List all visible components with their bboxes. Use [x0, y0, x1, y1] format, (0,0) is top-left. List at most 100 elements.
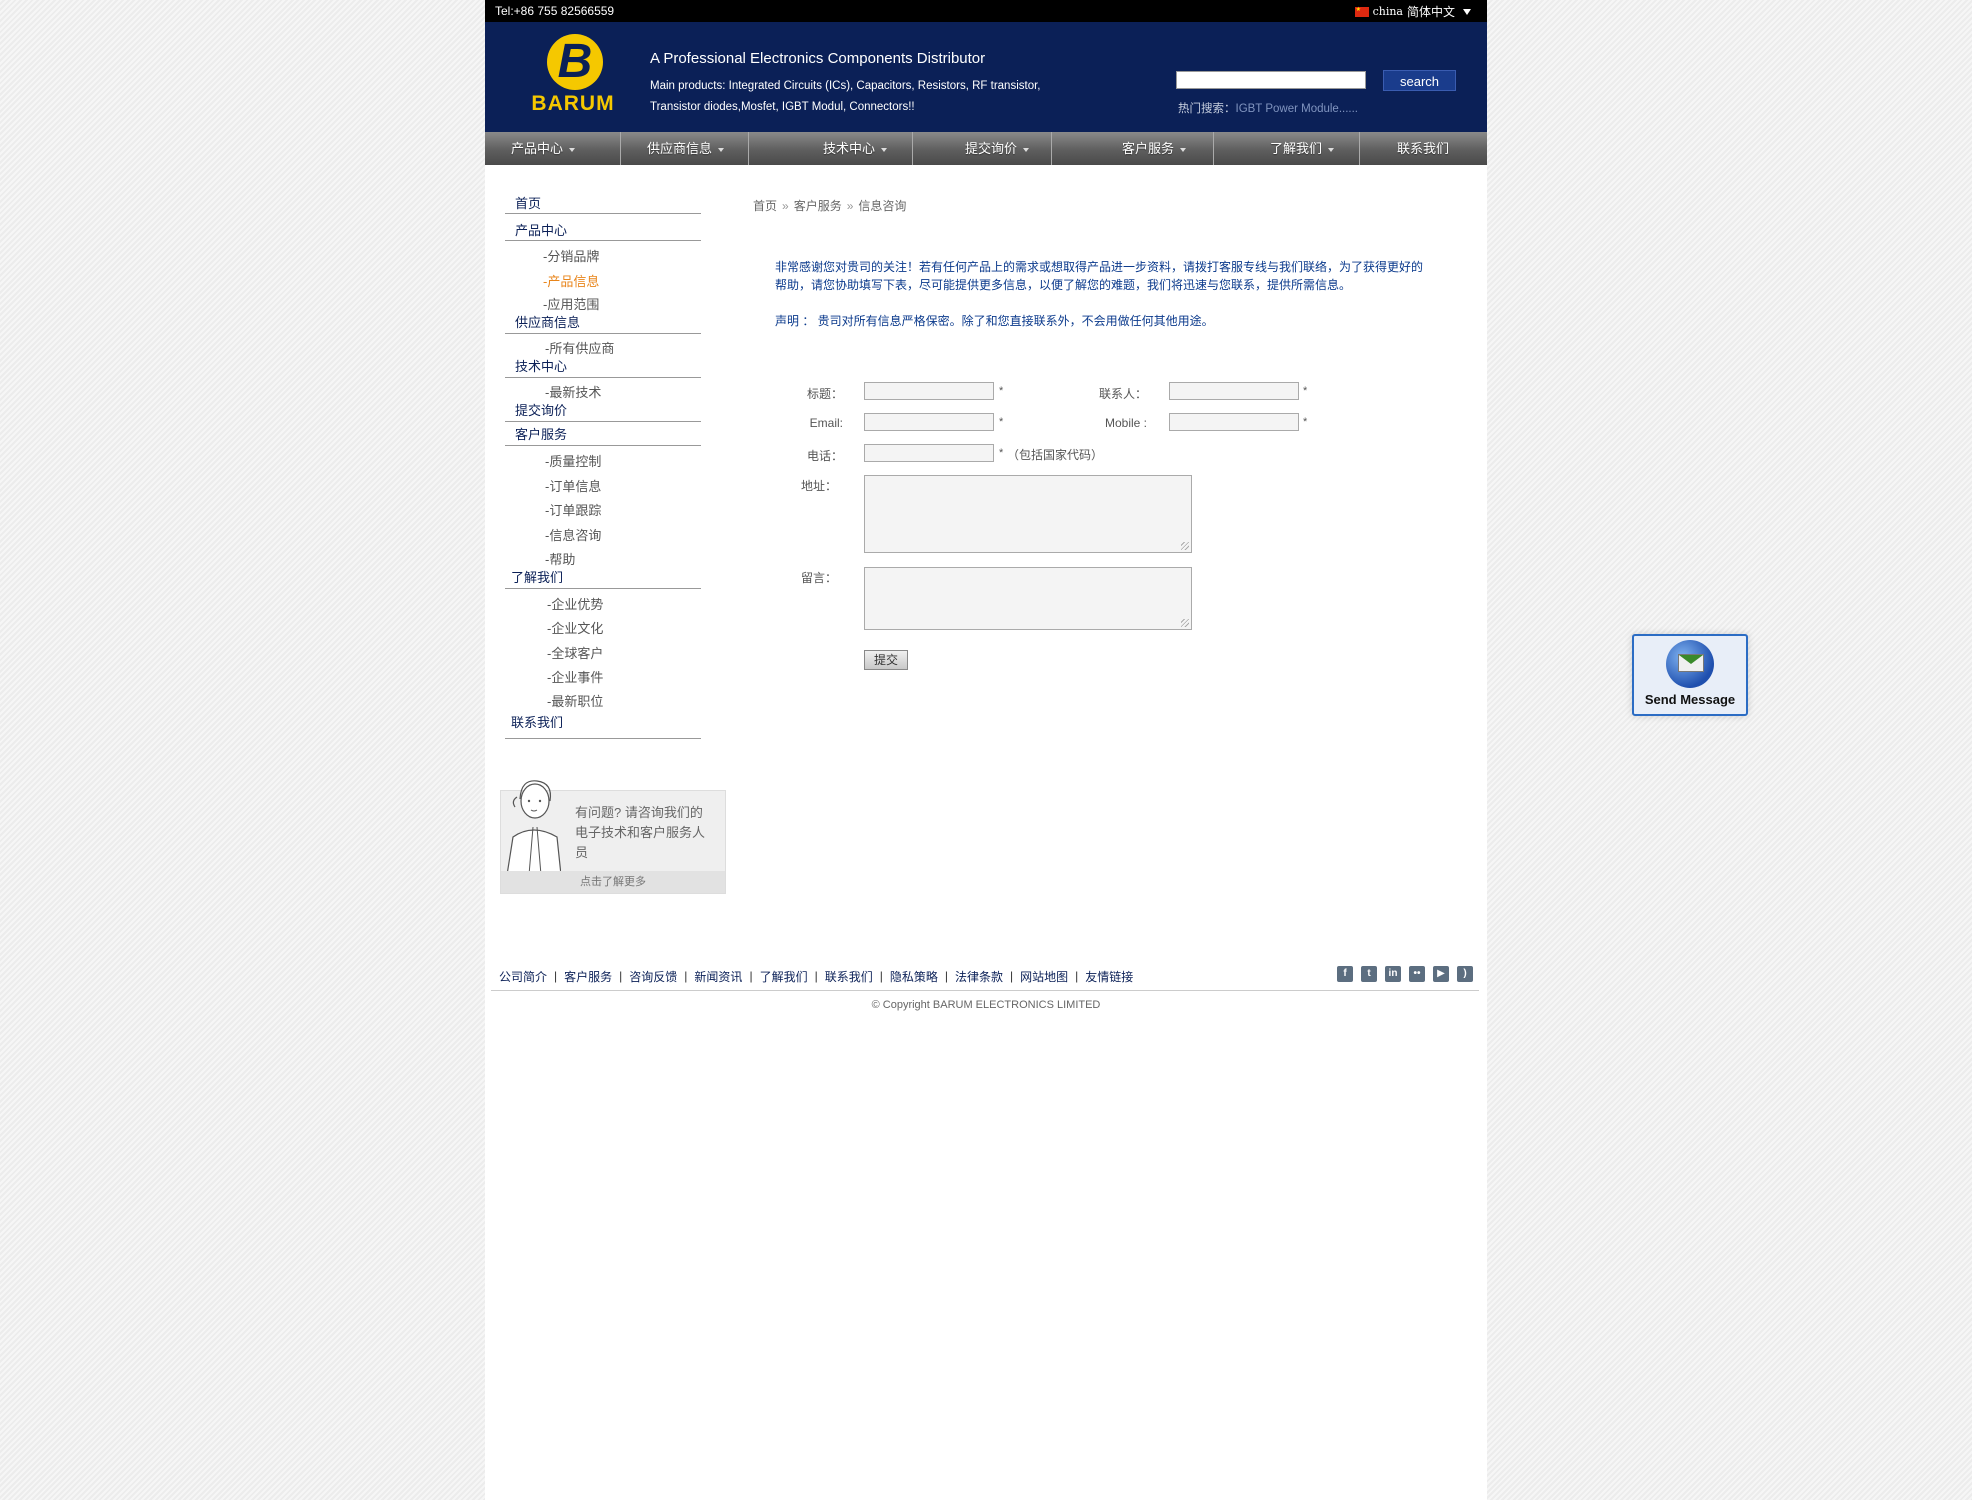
top-bar: Tel:+86 755 82566559 china 简体中文 [485, 0, 1487, 22]
chevron-down-icon [1180, 147, 1187, 152]
required-mark: * [1303, 416, 1308, 428]
sidebar-item-home[interactable]: 首页 [505, 190, 701, 214]
breadcrumb-current: 信息咨询 [858, 199, 907, 213]
sidebar-subitem[interactable]: -帮助 [505, 549, 701, 569]
address-textarea[interactable] [864, 475, 1192, 553]
nav-label: 联系我们 [1397, 141, 1450, 156]
footer-links: 公司简介 | 客户服务 | 咨询反馈 | 新闻资讯 | 了解我们 | 联系我们 | 隐私策略… [499, 962, 1479, 990]
sidebar-item-inquiry[interactable]: 提交询价 [505, 402, 701, 423]
nav-about[interactable]: 了解我们 [1214, 132, 1360, 165]
sidebar-subitem[interactable]: -所有供应商 [505, 338, 701, 358]
search-button[interactable]: search [1383, 70, 1456, 91]
sidebar-subitem[interactable]: -全球客户 [505, 642, 701, 667]
title-input[interactable] [864, 382, 994, 400]
phone-hint: （包括国家代码） [1007, 448, 1104, 462]
footer-link[interactable]: 公司简介 [499, 968, 547, 985]
hot-search-link[interactable]: IGBT Power Module...... [1236, 103, 1359, 115]
sidebar-item-about[interactable]: 了解我们 [505, 569, 701, 589]
language-selector[interactable]: china 简体中文 [1354, 3, 1471, 20]
nav-label: 客户服务 [1122, 141, 1175, 156]
email-field[interactable] [864, 413, 994, 431]
breadcrumb-home[interactable]: 首页 [753, 199, 777, 213]
footer-separator: | [944, 969, 948, 983]
resize-handle[interactable] [1181, 619, 1189, 627]
sidebar-subitem[interactable]: -应用范围 [505, 294, 701, 314]
address-label: 地址： [800, 479, 837, 493]
footer-link[interactable]: 新闻资讯 [694, 968, 742, 985]
youtube-icon[interactable]: ▶ [1433, 966, 1449, 982]
rss-icon[interactable]: ) [1457, 966, 1473, 982]
sidebar-subitem[interactable]: -企业文化 [505, 617, 701, 642]
sidebar-subitem[interactable]: -订单信息 [505, 475, 701, 500]
breadcrumb-separator: » [846, 199, 854, 213]
chevron-down-icon [718, 147, 725, 152]
nav-suppliers[interactable]: 供应商信息 [621, 132, 749, 165]
breadcrumb: 首页 » 客户服务 » 信息咨询 [753, 197, 906, 214]
footer-link[interactable]: 咨询反馈 [629, 968, 677, 985]
footer-separator: | [554, 969, 558, 983]
sidebar-subitem[interactable]: -质量控制 [505, 450, 701, 475]
sidebar-item-service[interactable]: 客户服务 [505, 422, 701, 447]
nav-label: 了解我们 [1270, 141, 1323, 156]
language-region: china [1372, 5, 1403, 18]
contact-input[interactable] [1169, 382, 1299, 400]
submit-button[interactable]: 提交 [864, 650, 908, 670]
social-links: f t in •• ▶ ) [1337, 966, 1473, 982]
nav-contact[interactable]: 联系我们 [1360, 132, 1487, 165]
mobile-label: Mobile : [1104, 416, 1147, 430]
message-textarea[interactable] [864, 567, 1192, 630]
footer-separator: | [814, 969, 818, 983]
flickr-icon[interactable]: •• [1409, 966, 1425, 982]
footer-link[interactable]: 隐私策略 [890, 968, 938, 985]
facebook-icon[interactable]: f [1337, 966, 1353, 982]
sidebar-subitem[interactable]: -订单跟踪 [505, 499, 701, 524]
support-agent-icon [506, 780, 561, 875]
page-container: Tel:+86 755 82566559 china 简体中文 B BARUM … [485, 0, 1487, 1500]
send-message-widget[interactable]: Send Message [1632, 634, 1748, 716]
phone-number: Tel:+86 755 82566559 [495, 4, 615, 18]
email-label: Email: [809, 416, 843, 430]
envelope-icon [1678, 654, 1704, 672]
footer-link[interactable]: 客户服务 [564, 968, 612, 985]
send-message-label: Send Message [1644, 692, 1736, 707]
sidebar-subitem[interactable]: -企业优势 [505, 593, 701, 618]
learn-more-link[interactable]: 点击了解更多 [501, 871, 725, 893]
sidebar: 首页 产品中心 -分销品牌 -产品信息 -应用范围 供应商信息 -所有供应商 技… [505, 190, 701, 739]
nav-tech[interactable]: 技术中心 [749, 132, 913, 165]
mobile-input[interactable] [1169, 413, 1299, 431]
nav-label: 技术中心 [823, 141, 876, 156]
sidebar-item-contact[interactable]: 联系我们 [505, 711, 701, 739]
footer-separator: | [619, 969, 623, 983]
search-input[interactable] [1176, 71, 1366, 89]
nav-label: 供应商信息 [647, 141, 713, 156]
nav-service[interactable]: 客户服务 [1052, 132, 1214, 165]
privacy-notice: 声明 ： 贵司对所有信息严格保密。除了和您直接联系外，不会用做任何其他用途。 [775, 314, 1214, 328]
footer-link[interactable]: 联系我们 [825, 968, 873, 985]
linkedin-icon[interactable]: in [1385, 966, 1401, 982]
logo-letter: B [557, 35, 593, 88]
logo[interactable]: B BARUM [523, 32, 623, 120]
nav-products[interactable]: 产品中心 [485, 132, 621, 165]
footer-link[interactable]: 网站地图 [1020, 968, 1068, 985]
footer-link[interactable]: 友情链接 [1085, 968, 1133, 985]
sidebar-subitem[interactable]: -企业事件 [505, 666, 701, 691]
nav-inquiry[interactable]: 提交询价 [913, 132, 1052, 165]
required-mark: * [999, 385, 1004, 397]
required-mark: * [1303, 385, 1308, 397]
sidebar-subitem[interactable]: -最新技术 [505, 382, 701, 402]
resize-handle[interactable] [1181, 542, 1189, 550]
sidebar-item-products[interactable]: 产品中心 [505, 217, 701, 241]
sidebar-subitem-active[interactable]: -产品信息 [505, 270, 701, 295]
footer-link[interactable]: 法律条款 [955, 968, 1003, 985]
breadcrumb-service[interactable]: 客户服务 [794, 199, 842, 213]
sidebar-item-suppliers[interactable]: 供应商信息 [505, 314, 701, 335]
help-box[interactable]: 有问题? 请咨询我们的电子技术和客户服务人员 点击了解更多 [500, 780, 726, 894]
sidebar-item-tech[interactable]: 技术中心 [505, 358, 701, 379]
twitter-icon[interactable]: t [1361, 966, 1377, 982]
message-label: 留言： [800, 571, 837, 585]
sidebar-subitem[interactable]: -信息咨询 [505, 524, 701, 549]
footer-link[interactable]: 了解我们 [760, 968, 808, 985]
phone-input[interactable] [864, 444, 994, 462]
sidebar-subitem[interactable]: -最新职位 [505, 691, 701, 711]
sidebar-subitem[interactable]: -分销品牌 [505, 245, 701, 270]
